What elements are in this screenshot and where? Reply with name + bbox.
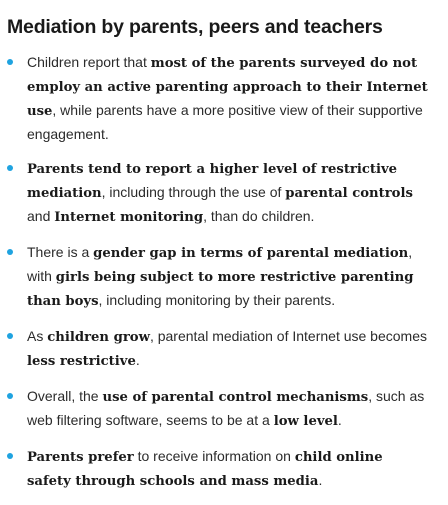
list-item-text: Parents tend to report a higher level of… <box>27 160 413 225</box>
list-item: As children grow, parental mediation of … <box>0 325 448 373</box>
body-text: , than do children. <box>203 208 315 224</box>
emphasis-text: Parents prefer <box>27 450 134 465</box>
list-item-text: There is a gender gap in terms of parent… <box>27 244 413 309</box>
body-text: There is a <box>27 244 94 260</box>
list-item: There is a gender gap in terms of parent… <box>0 241 448 313</box>
list-item: Parents tend to report a higher level of… <box>0 157 448 229</box>
section-heading: Mediation by parents, peers and teachers <box>7 16 383 38</box>
emphasis-text: less restrictive <box>27 354 136 369</box>
emphasis-text: parental controls <box>285 186 413 201</box>
body-text: As <box>27 328 48 344</box>
bullet-icon <box>7 393 13 399</box>
body-text: , parental mediation of Internet use bec… <box>149 328 427 344</box>
emphasis-text: children grow <box>47 330 150 345</box>
document-page: Mediation by parents, peers and teachers… <box>0 0 448 489</box>
list-item: Children report that most of the parents… <box>0 51 448 145</box>
list-item: Parents prefer to receive information on… <box>0 445 448 493</box>
body-text: to receive information on <box>133 448 295 464</box>
list-item-text: Children report that most of the parents… <box>27 54 428 142</box>
body-text: , while parents have a more positive vie… <box>27 102 423 142</box>
list-item-text: Overall, the use of parental control mec… <box>27 388 424 429</box>
body-text: . <box>318 472 323 488</box>
list-item: Overall, the use of parental control mec… <box>0 385 448 433</box>
body-text: and <box>27 208 55 224</box>
list-item-text: Parents prefer to receive information on… <box>27 448 383 489</box>
emphasis-text: gender gap in terms of parental mediatio… <box>93 246 409 261</box>
findings-list: Children report that most of the parents… <box>0 51 448 505</box>
bullet-icon <box>7 59 13 65</box>
emphasis-text: use of parental control mechanisms <box>102 390 369 405</box>
bullet-icon <box>7 165 13 171</box>
bullet-icon <box>7 249 13 255</box>
body-text: , including through the use of <box>101 184 286 200</box>
body-text: , including monitoring by their parents. <box>98 292 336 308</box>
body-text: Children report that <box>27 54 151 70</box>
body-text: . <box>337 412 342 428</box>
emphasis-text: Internet monitoring <box>54 210 204 225</box>
bullet-icon <box>7 333 13 339</box>
list-item-text: As children grow, parental mediation of … <box>27 328 427 369</box>
body-text: Overall, the <box>27 388 103 404</box>
body-text: . <box>135 352 140 368</box>
emphasis-text: low level <box>273 414 338 429</box>
bullet-icon <box>7 453 13 459</box>
